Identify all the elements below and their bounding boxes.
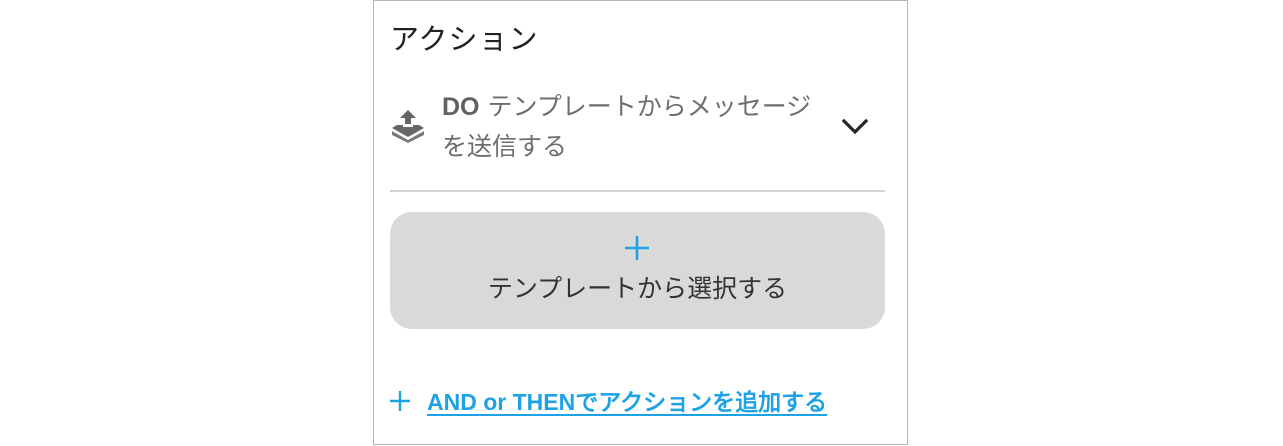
chevron-down-icon[interactable] [840, 115, 870, 139]
action-panel: アクション DOテンプレートからメッセージを送信する テンプレートから選択する [373, 0, 908, 445]
plus-icon [390, 232, 885, 264]
section-title: アクション [390, 22, 539, 56]
add-action-label[interactable]: AND or THENでアクションを追加する [427, 385, 827, 419]
divider [390, 190, 885, 192]
action-item[interactable]: DO テンプレートからメッセージを送信する [390, 87, 884, 167]
plus-icon [388, 389, 412, 413]
select-template-label: テンプレートから選択する [487, 274, 788, 303]
action-label: テンプレートからメッセージを送信する [442, 92, 812, 161]
upload-tray-icon [390, 107, 426, 143]
action-type-label: DO [442, 93, 480, 121]
action-description: DO テンプレートからメッセージを送信する [442, 87, 822, 167]
select-template-button[interactable]: テンプレートから選択する [390, 212, 885, 329]
